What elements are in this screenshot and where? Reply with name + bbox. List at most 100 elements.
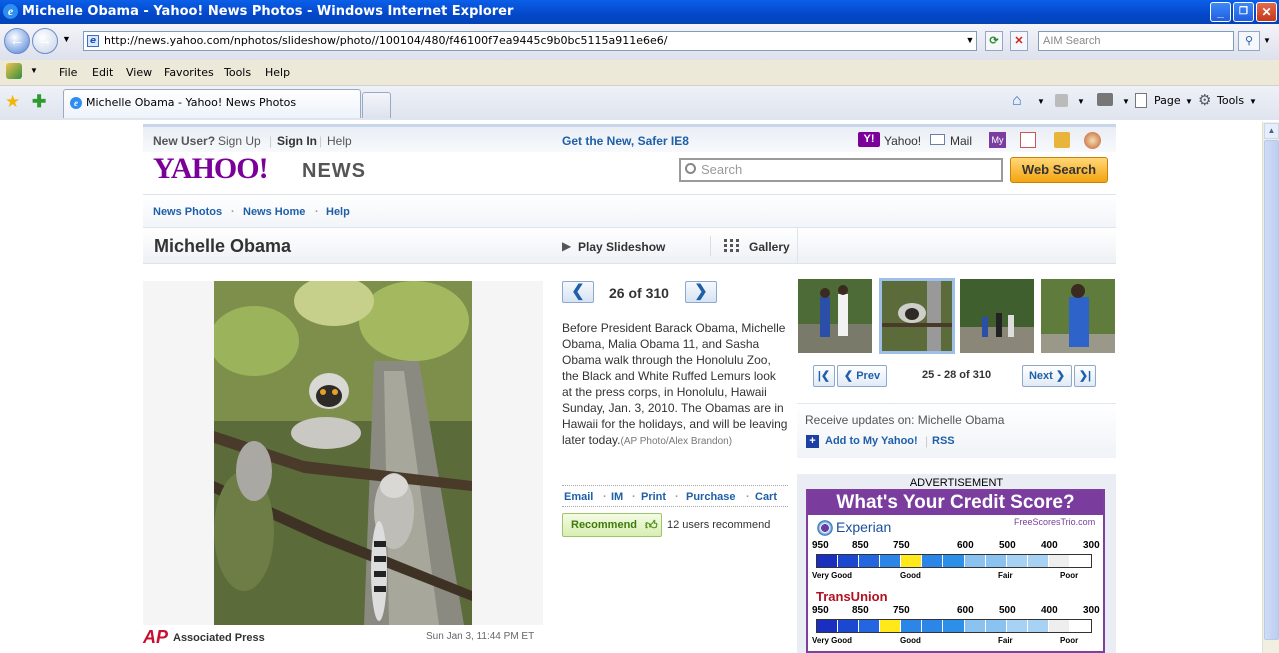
thumbnail-26-selected[interactable] [879,278,955,354]
search-icon[interactable]: ⚲ [1238,31,1260,51]
credit-score-ad[interactable]: What's Your Credit Score? FreeScoresTrio… [806,489,1105,653]
last-page-button[interactable]: ❯| [1074,365,1096,387]
menu-help[interactable]: Help [265,66,290,79]
close-button[interactable]: ✕ [1256,2,1277,22]
page-title: Michelle Obama [154,236,292,256]
play-icon[interactable]: ▶ [562,239,571,253]
refresh-button[interactable]: ⟳ [985,31,1003,51]
recommend-button[interactable]: Recommend 👍︎ [562,513,662,537]
purchase-link[interactable]: Purchase [686,491,736,503]
tools-dropdown-icon[interactable]: ▼ [1249,97,1257,106]
games-icon[interactable] [1084,132,1101,149]
next-thumbs-button[interactable]: Next ❯ [1022,365,1072,387]
stop-button[interactable]: ✕ [1010,31,1028,51]
add-plus-icon: + [806,435,819,448]
history-dropdown-icon[interactable]: ▼ [62,34,71,44]
yahoo-logo[interactable]: YAHOO! [153,152,269,186]
prev-thumbs-button[interactable]: ❮ Prev [837,365,887,387]
tools-menu[interactable]: Tools [1217,94,1244,107]
first-page-button[interactable]: |❮ [813,365,835,387]
thumbnail-image [960,279,1034,353]
experian-score-bar [816,554,1092,568]
next-photo-button[interactable]: ❯ [685,281,717,303]
help-link[interactable]: Help [327,134,352,148]
feeds-icon[interactable] [1055,94,1068,107]
add-to-my-yahoo-link[interactable]: Add to My Yahoo! [825,435,918,447]
sign-up-link[interactable]: Sign Up [218,134,261,148]
address-bar[interactable]: e http://news.yahoo.com/nphotos/slidesho… [83,31,977,51]
ie8-promo-link[interactable]: Get the New, Safer IE8 [562,134,689,148]
sign-in-link[interactable]: Sign In [277,134,317,148]
news-logo[interactable]: NEWS [302,160,366,183]
links-dropdown-icon[interactable]: ▼ [30,66,38,75]
photo-counter: 26 of 310 [609,285,669,301]
nav-news-photos[interactable]: News Photos [153,206,222,218]
menu-favorites[interactable]: Favorites [164,66,214,79]
menu-tools[interactable]: Tools [224,66,251,79]
thumbnail-25[interactable] [798,279,872,353]
calendar-icon[interactable] [1020,132,1036,148]
ad-label: ADVERTISEMENT [909,477,1004,489]
menu-file[interactable]: File [59,66,77,79]
updates-box: Receive updates on: Michelle Obama + Add… [797,404,1116,458]
address-url: http://news.yahoo.com/nphotos/slideshow/… [104,34,668,47]
my-yahoo-icon[interactable]: My [989,132,1006,148]
links-icon[interactable] [6,63,22,79]
thumbnail-range: 25 - 28 of 310 [922,369,992,381]
gallery-grid-icon[interactable] [724,239,739,252]
previous-photo-button[interactable]: ❮ [562,281,594,303]
home-icon[interactable]: ⌂ [1012,92,1022,110]
nav-help[interactable]: Help [326,206,350,218]
scroll-thumb[interactable] [1264,140,1279,640]
yahoo-search-input[interactable]: Search [679,158,1003,182]
forward-button[interactable]: → [32,28,58,54]
menu-view[interactable]: View [126,66,152,79]
photo-source[interactable]: Associated Press [173,632,265,644]
add-favorite-icon[interactable]: ✚ [32,92,46,112]
email-link[interactable]: Email [564,491,593,503]
print-link[interactable]: Print [641,491,666,503]
recommend-label: Recommend [571,519,638,531]
im-link[interactable]: IM [611,491,623,503]
scale-600: 600 [957,605,974,616]
print-dropdown-icon[interactable]: ▼ [1122,97,1130,106]
gallery-link[interactable]: Gallery [749,240,790,254]
next-label: Next [1028,370,1053,382]
menu-bar: ▼ File Edit View Favorites Tools Help [0,60,1279,86]
thumbnail-28[interactable] [1041,279,1115,353]
play-slideshow-link[interactable]: Play Slideshow [578,240,665,254]
nav-news-home[interactable]: News Home [243,206,305,218]
scale-850: 850 [852,605,869,616]
aim-search-input[interactable]: AIM Search [1038,31,1234,51]
back-button[interactable]: ← [4,28,30,54]
page-menu[interactable]: Page [1154,94,1181,107]
main-photo-lemurs[interactable] [214,281,472,625]
mail-link[interactable]: Mail [950,134,972,148]
favorites-star-icon[interactable]: ★ [5,92,20,112]
home-dropdown-icon[interactable]: ▼ [1037,97,1045,106]
notepad-icon[interactable] [1054,132,1070,148]
page-dropdown-icon[interactable]: ▼ [1185,97,1193,106]
ad-headline: What's Your Credit Score? [808,491,1103,515]
yahoo-y-icon: Y! [858,132,880,147]
web-search-button[interactable]: Web Search [1010,157,1108,183]
minimize-button[interactable]: _ [1210,2,1231,22]
advertisement-box: ADVERTISEMENT What's Your Credit Score? … [797,474,1116,653]
search-options-icon[interactable]: ▼ [1263,36,1271,45]
new-tab-button[interactable] [362,92,391,118]
rss-link[interactable]: RSS [932,435,955,447]
scroll-up-icon[interactable]: ▲ [1264,123,1279,139]
maximize-button[interactable]: ❐ [1233,2,1254,22]
print-icon[interactable] [1097,93,1113,106]
tab-active[interactable]: e Michelle Obama - Yahoo! News Photos [63,89,361,118]
vertical-scrollbar[interactable]: ▲ [1262,122,1279,653]
tools-gear-icon: ⚙ [1198,92,1212,109]
feeds-dropdown-icon[interactable]: ▼ [1077,97,1085,106]
menu-edit[interactable]: Edit [92,66,113,79]
thumbnail-27[interactable] [960,279,1034,353]
scale-950: 950 [812,540,829,551]
cart-link[interactable]: Cart [755,491,777,503]
separator: · [746,491,750,503]
yahoo-home-link[interactable]: Yahoo! [884,134,921,148]
address-dropdown-icon[interactable]: ▼ [961,31,979,51]
